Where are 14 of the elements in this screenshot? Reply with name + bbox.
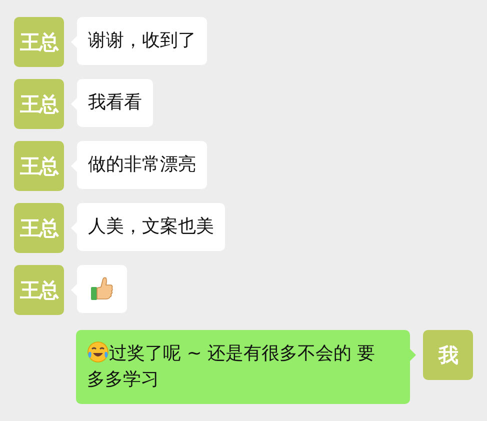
- avatar[interactable]: 王总: [14, 17, 64, 67]
- message-bubble: 过奖了呢 ~ 还是有很多不会的 要多多学习: [76, 330, 410, 404]
- message-bubble: 谢谢，收到了: [77, 17, 207, 65]
- avatar[interactable]: 王总: [14, 265, 64, 315]
- message-bubble: 做的非常漂亮: [77, 141, 207, 189]
- avatar[interactable]: 王总: [14, 203, 64, 253]
- avatar[interactable]: 我: [423, 330, 473, 380]
- avatar[interactable]: 王总: [14, 79, 64, 129]
- thumbs-up-icon: [90, 276, 114, 302]
- message-bubble: 人美，文案也美: [77, 203, 225, 251]
- bubble-tail: [410, 349, 416, 361]
- message-bubble: 我看看: [77, 79, 153, 127]
- avatar[interactable]: 王总: [14, 141, 64, 191]
- laughing-crying-face-icon: [87, 341, 109, 363]
